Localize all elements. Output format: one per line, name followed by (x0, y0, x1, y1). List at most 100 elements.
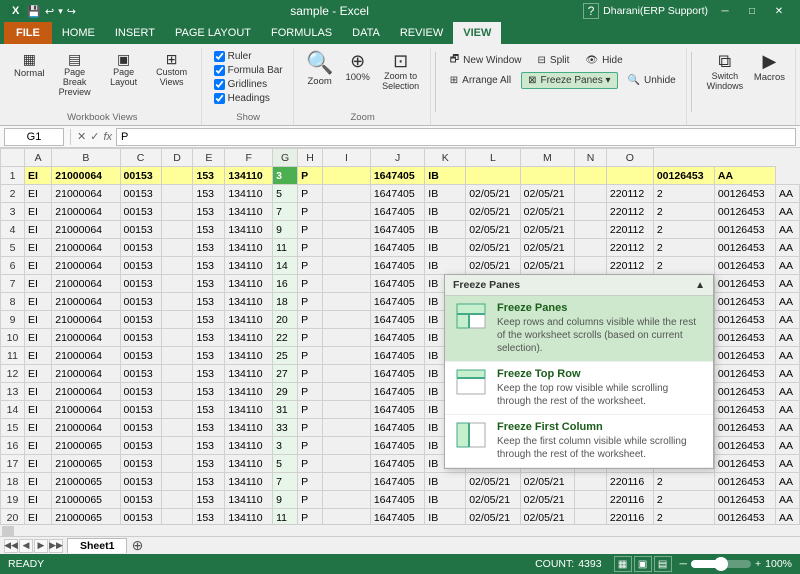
row-header-9[interactable]: 9 (1, 311, 25, 329)
cell-a-2[interactable]: EI (25, 185, 52, 203)
normal-view-status-btn[interactable]: ▦ (614, 556, 632, 572)
cell-h-12[interactable]: P (298, 365, 323, 383)
cell-m-18[interactable]: 02/05/21 (520, 473, 574, 491)
cell-h-5[interactable]: P (298, 239, 323, 257)
row-header-16[interactable]: 16 (1, 437, 25, 455)
cell-b-11[interactable]: 21000064 (52, 347, 120, 365)
cell-f-15[interactable]: 134110 (225, 419, 273, 437)
cell-j-20[interactable]: 1647405 (370, 509, 424, 525)
cell-d-12[interactable] (161, 365, 193, 383)
cell-k-4[interactable]: IB (425, 221, 466, 239)
cell-c-1[interactable]: 00153 (120, 167, 161, 185)
cell-n-18[interactable] (575, 473, 607, 491)
cancel-formula-icon[interactable]: ✕ (77, 130, 86, 143)
cell-o-20[interactable]: 220116 (606, 509, 653, 525)
cell-g-7[interactable]: 16 (273, 275, 298, 293)
cell-g-14[interactable]: 31 (273, 401, 298, 419)
row-header-4[interactable]: 4 (1, 221, 25, 239)
cell-i-18[interactable] (323, 473, 371, 491)
cell-g-8[interactable]: 18 (273, 293, 298, 311)
cell-d-13[interactable] (161, 383, 193, 401)
cell-b-19[interactable]: 21000065 (52, 491, 120, 509)
cell-a-20[interactable]: EI (25, 509, 52, 525)
row-header-18[interactable]: 18 (1, 473, 25, 491)
cell-o-18[interactable]: 220116 (606, 473, 653, 491)
sheet-tab-sheet1[interactable]: Sheet1 (67, 538, 127, 553)
name-box[interactable] (4, 128, 64, 146)
cell-n-4[interactable] (575, 221, 607, 239)
cell-undefined-14[interactable]: AA (776, 401, 800, 419)
cell-j-2[interactable]: 1647405 (370, 185, 424, 203)
cell-d-3[interactable] (161, 203, 193, 221)
cell-e-13[interactable]: 153 (193, 383, 225, 401)
cell-e-7[interactable]: 153 (193, 275, 225, 293)
row-header-2[interactable]: 2 (1, 185, 25, 203)
col-header-n[interactable]: N (575, 149, 607, 167)
cell-undefined-11[interactable]: 00126453 (714, 347, 775, 365)
row-header-12[interactable]: 12 (1, 365, 25, 383)
cell-h-11[interactable]: P (298, 347, 323, 365)
cell-i-19[interactable] (323, 491, 371, 509)
cell-m-20[interactable]: 02/05/21 (520, 509, 574, 525)
cell-undefined-4[interactable]: 00126453 (714, 221, 775, 239)
cell-d-6[interactable] (161, 257, 193, 275)
cell-n-19[interactable] (575, 491, 607, 509)
cell-k-6[interactable]: IB (425, 257, 466, 275)
cell-undefined-4[interactable]: 2 (653, 221, 714, 239)
cell-g-17[interactable]: 5 (273, 455, 298, 473)
cell-d-17[interactable] (161, 455, 193, 473)
cell-a-8[interactable]: EI (25, 293, 52, 311)
col-header-d[interactable]: D (161, 149, 193, 167)
cell-i-1[interactable] (323, 167, 371, 185)
cell-d-11[interactable] (161, 347, 193, 365)
cell-d-1[interactable] (161, 167, 193, 185)
cell-undefined-18[interactable]: AA (776, 473, 800, 491)
cell-undefined-3[interactable]: 2 (653, 203, 714, 221)
col-header-b[interactable]: B (52, 149, 120, 167)
horizontal-scrollbar[interactable] (0, 524, 800, 536)
cell-j-10[interactable]: 1647405 (370, 329, 424, 347)
cell-o-5[interactable]: 220112 (606, 239, 653, 257)
cell-i-7[interactable] (323, 275, 371, 293)
cell-f-12[interactable]: 134110 (225, 365, 273, 383)
cell-a-9[interactable]: EI (25, 311, 52, 329)
cell-m-5[interactable]: 02/05/21 (520, 239, 574, 257)
cell-o-2[interactable]: 220112 (606, 185, 653, 203)
cell-o-3[interactable]: 220112 (606, 203, 653, 221)
cell-i-12[interactable] (323, 365, 371, 383)
zoom-slider-thumb[interactable] (714, 557, 728, 571)
cell-h-17[interactable]: P (298, 455, 323, 473)
cell-h-3[interactable]: P (298, 203, 323, 221)
cell-undefined-15[interactable]: AA (776, 419, 800, 437)
sheet-nav-next[interactable]: ▶ (34, 539, 48, 553)
cell-e-10[interactable]: 153 (193, 329, 225, 347)
cell-e-15[interactable]: 153 (193, 419, 225, 437)
cell-a-6[interactable]: EI (25, 257, 52, 275)
cell-l-19[interactable]: 02/05/21 (466, 491, 520, 509)
cell-c-12[interactable]: 00153 (120, 365, 161, 383)
cell-undefined-18[interactable]: 2 (653, 473, 714, 491)
cell-o-4[interactable]: 220112 (606, 221, 653, 239)
minimize-button[interactable]: ─ (712, 0, 738, 22)
cell-f-16[interactable]: 134110 (225, 437, 273, 455)
cell-undefined-13[interactable]: 00126453 (714, 383, 775, 401)
cell-c-4[interactable]: 00153 (120, 221, 161, 239)
cell-g-16[interactable]: 3 (273, 437, 298, 455)
split-button[interactable]: ⊟ Split (532, 50, 576, 71)
cell-b-4[interactable]: 21000064 (52, 221, 120, 239)
cell-i-20[interactable] (323, 509, 371, 525)
hscroll-thumb[interactable] (2, 526, 14, 536)
cell-i-9[interactable] (323, 311, 371, 329)
cell-g-9[interactable]: 20 (273, 311, 298, 329)
row-header-10[interactable]: 10 (1, 329, 25, 347)
cell-n-5[interactable] (575, 239, 607, 257)
cell-undefined-13[interactable]: AA (776, 383, 800, 401)
page-layout-view-button[interactable]: ▣ Page Layout (101, 50, 147, 90)
sheet-nav-last[interactable]: ▶▶ (49, 539, 63, 553)
cell-c-2[interactable]: 00153 (120, 185, 161, 203)
cell-c-18[interactable]: 00153 (120, 473, 161, 491)
cell-a-5[interactable]: EI (25, 239, 52, 257)
collapse-ribbon-icon[interactable]: ▲ (695, 280, 705, 291)
row-header-5[interactable]: 5 (1, 239, 25, 257)
cell-g-12[interactable]: 27 (273, 365, 298, 383)
